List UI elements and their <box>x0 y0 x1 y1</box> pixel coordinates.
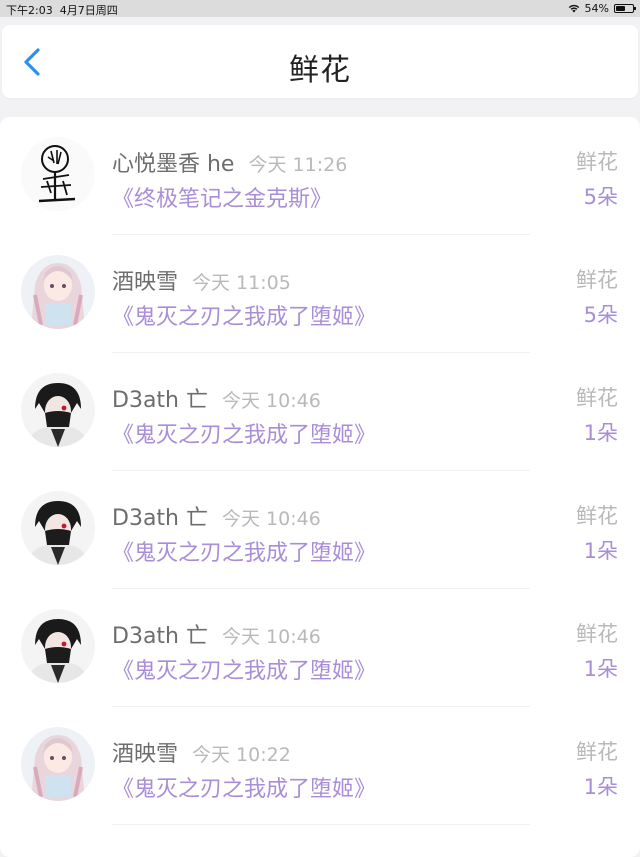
username[interactable]: D3ath 亡 <box>112 388 208 413</box>
status-time: 下午2:03 <box>6 4 53 17</box>
gift-count: 1朵 <box>583 775 618 799</box>
book-title-link[interactable]: 《鬼灭之刃之我成了堕姬》 <box>112 299 376 331</box>
book-title-link[interactable]: 《终极笔记之金克斯》 <box>112 181 332 213</box>
book-title-link[interactable]: 《鬼灭之刃之我成了堕姬》 <box>112 417 376 449</box>
gift-type: 鲜花 <box>576 268 618 292</box>
gift-list: 心悦墨香 he 今天 11:26 《终极笔记之金克斯》 鲜花 5朵 酒映雪 今天 1… <box>0 117 640 857</box>
username[interactable]: 心悦墨香 he <box>112 152 234 177</box>
avatar[interactable] <box>21 373 95 447</box>
username[interactable]: D3ath 亡 <box>112 624 208 649</box>
book-title-link[interactable]: 《鬼灭之刃之我成了堕姬》 <box>112 771 376 803</box>
user-line: D3ath 亡今天 10:46 <box>112 382 321 414</box>
gift-list-item[interactable]: D3ath 亡今天 10:46 《鬼灭之刃之我成了堕姬》 鲜花 1朵 <box>0 589 640 707</box>
gift-type: 鲜花 <box>576 386 618 410</box>
username[interactable]: 酒映雪 <box>112 742 178 767</box>
status-right: 54% <box>568 2 636 15</box>
gift-count: 5朵 <box>583 185 618 209</box>
gift-list-item[interactable]: 心悦墨香 he 今天 11:26 《终极笔记之金克斯》 鲜花 5朵 <box>0 117 640 235</box>
gift-count: 1朵 <box>583 539 618 563</box>
gift-list-item[interactable]: 酒映雪 今天 11:05 《鬼灭之刃之我成了堕姬》 鲜花 5朵 <box>0 235 640 353</box>
gift-count: 1朵 <box>583 421 618 445</box>
battery-icon <box>614 4 636 13</box>
timestamp: 今天 10:22 <box>192 744 291 766</box>
avatar[interactable] <box>21 137 95 211</box>
status-date: 4月7日周四 <box>59 4 118 17</box>
username[interactable]: D3ath 亡 <box>112 506 208 531</box>
gift-type: 鲜花 <box>576 622 618 646</box>
timestamp: 今天 10:46 <box>221 626 321 648</box>
wifi-icon <box>568 4 579 13</box>
avatar[interactable] <box>21 255 95 329</box>
username[interactable]: 酒映雪 <box>112 270 178 295</box>
timestamp: 今天 10:46 <box>221 508 321 530</box>
gift-list-item[interactable]: D3ath 亡今天 10:46 《鬼灭之刃之我成了堕姬》 鲜花 1朵 <box>0 471 640 589</box>
user-line: D3ath 亡今天 10:46 <box>112 500 321 532</box>
gift-count: 1朵 <box>583 657 618 681</box>
status-time-date: 下午2:03 4月7日周四 <box>6 2 118 18</box>
gift-type: 鲜花 <box>576 150 618 174</box>
user-line: 心悦墨香 he 今天 11:26 <box>112 146 347 178</box>
divider <box>112 824 530 825</box>
book-title-link[interactable]: 《鬼灭之刃之我成了堕姬》 <box>112 653 376 685</box>
book-title-link[interactable]: 《鬼灭之刃之我成了堕姬》 <box>112 535 376 567</box>
timestamp: 今天 10:46 <box>221 390 321 412</box>
user-line: 酒映雪 今天 11:05 <box>112 264 291 296</box>
user-line: 酒映雪 今天 10:22 <box>112 736 291 768</box>
status-bar: 下午2:03 4月7日周四 54% <box>0 0 640 17</box>
battery-percent: 54% <box>584 2 609 15</box>
avatar[interactable] <box>21 727 95 801</box>
gift-count: 5朵 <box>583 303 618 327</box>
gift-list-item[interactable]: D3ath 亡今天 10:46 《鬼灭之刃之我成了堕姬》 鲜花 1朵 <box>0 353 640 471</box>
gift-type: 鲜花 <box>576 740 618 764</box>
timestamp: 今天 11:26 <box>248 154 348 176</box>
page-title: 鲜花 <box>289 53 351 88</box>
gift-type: 鲜花 <box>576 504 618 528</box>
timestamp: 今天 11:05 <box>192 272 291 294</box>
avatar[interactable] <box>21 609 95 683</box>
gift-list-item[interactable]: 酒映雪 今天 10:22 《鬼灭之刃之我成了堕姬》 鲜花 1朵 <box>0 707 640 825</box>
avatar[interactable] <box>21 491 95 565</box>
nav-bar: 鲜花 <box>2 25 638 98</box>
user-line: D3ath 亡今天 10:46 <box>112 618 321 650</box>
